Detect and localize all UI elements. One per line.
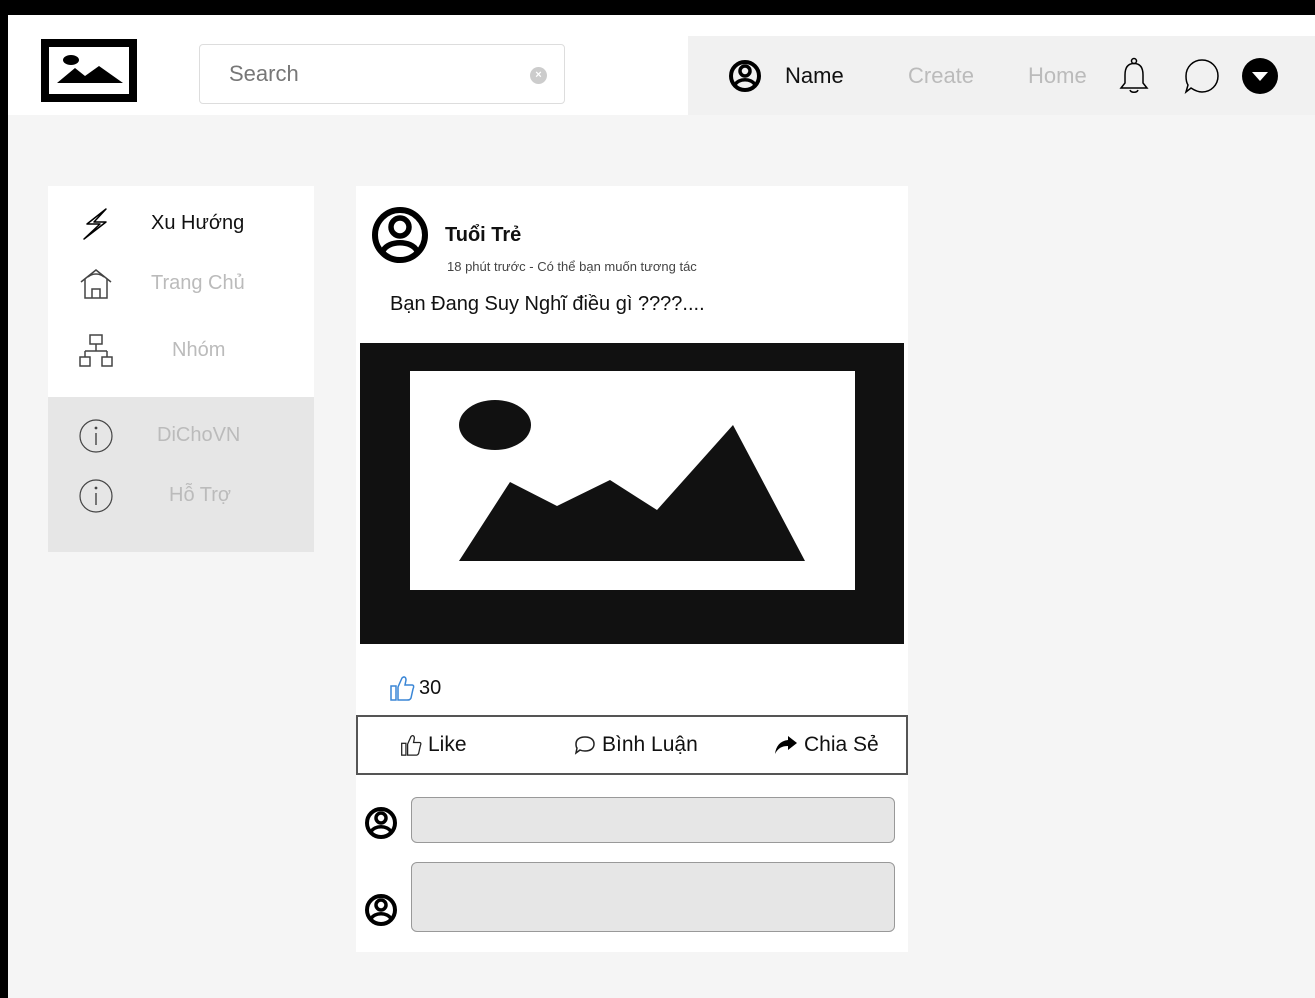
info-icon <box>76 478 116 514</box>
sidebar-item-nhom[interactable]: Nhóm <box>48 331 314 371</box>
like-count[interactable]: 30 <box>389 674 441 702</box>
sidebar-item-trang-chu[interactable]: Trang Chủ <box>48 264 314 304</box>
app-frame: × Name Create Home <box>8 15 1315 998</box>
lightning-icon <box>76 206 116 242</box>
post-author-name[interactable]: Tuổi Trẻ <box>445 224 521 247</box>
user-name-link[interactable]: Name <box>785 36 844 115</box>
logo-icon[interactable] <box>41 39 137 102</box>
group-icon <box>76 333 116 369</box>
commenter-avatar-icon <box>364 893 398 932</box>
chat-bubble-icon[interactable] <box>1183 36 1221 115</box>
top-bar: × Name Create Home <box>8 15 1315 115</box>
comment-bubble-icon <box>574 736 595 755</box>
nav-create-link[interactable]: Create <box>908 36 974 115</box>
comment-field <box>411 797 895 843</box>
comment-row <box>356 796 908 844</box>
like-button-label: Like <box>428 733 467 756</box>
sidebar: Xu Hướng Trang Chủ Nhóm DiChoVN Hỗ Trợ <box>48 186 314 552</box>
comment-input[interactable] <box>412 863 894 931</box>
header-right-bar: Name Create Home <box>688 36 1315 115</box>
author-avatar-icon[interactable] <box>371 206 429 269</box>
sidebar-item-label: Hỗ Trợ <box>169 484 232 506</box>
comment-input[interactable] <box>412 798 894 842</box>
post-card: Tuổi Trẻ 18 phút trước - Có thể bạn muốn… <box>356 186 908 952</box>
comment-field <box>411 862 895 932</box>
comment-button[interactable]: Bình Luận <box>574 717 698 773</box>
share-arrow-icon <box>775 736 797 754</box>
sidebar-secondary: DiChoVN Hỗ Trợ <box>48 397 314 552</box>
sidebar-item-label: Xu Hướng <box>151 212 245 234</box>
sidebar-item-xu-huong[interactable]: Xu Hướng <box>48 204 314 244</box>
comment-row <box>356 862 908 932</box>
nav-home-link[interactable]: Home <box>1028 36 1087 115</box>
sidebar-item-ho-tro[interactable]: Hỗ Trợ <box>48 476 314 516</box>
image-placeholder-icon <box>410 371 855 590</box>
dropdown-menu-icon[interactable] <box>1241 36 1279 115</box>
thumbs-up-icon <box>390 676 415 701</box>
commenter-avatar-icon <box>364 806 398 845</box>
info-icon <box>76 418 116 454</box>
like-count-value: 30 <box>419 676 442 699</box>
clear-icon[interactable]: × <box>530 67 547 84</box>
user-avatar-icon[interactable] <box>728 36 762 115</box>
sidebar-item-label: Trang Chủ <box>151 272 245 294</box>
post-timestamp: 18 phút trước - Có thể bạn muốn tương tá… <box>447 259 697 274</box>
post-action-bar: Like Bình Luận Chia Sẻ <box>356 715 908 775</box>
post-text: Bạn Đang Suy Nghĩ điều gì ????.... <box>390 293 705 315</box>
share-button-label: Chia Sẻ <box>804 733 879 756</box>
sidebar-item-label: Nhóm <box>172 339 226 361</box>
share-button[interactable]: Chia Sẻ <box>774 717 879 773</box>
search-box: × <box>199 44 565 104</box>
like-button[interactable]: Like <box>400 717 467 773</box>
thumbs-up-icon <box>401 735 422 756</box>
sidebar-item-label: DiChoVN <box>157 424 241 446</box>
bell-icon[interactable] <box>1118 36 1150 115</box>
comment-button-label: Bình Luận <box>602 733 698 756</box>
sidebar-item-dichovn[interactable]: DiChoVN <box>48 416 314 456</box>
post-image[interactable] <box>360 343 904 644</box>
search-input[interactable] <box>200 45 564 103</box>
home-icon <box>76 266 116 302</box>
